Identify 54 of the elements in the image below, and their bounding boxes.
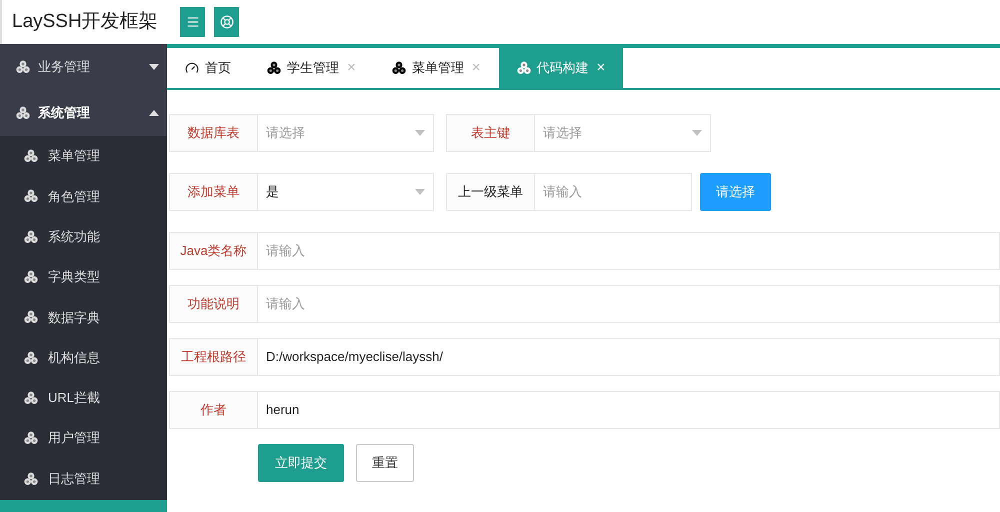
field-label: 工程根路径 (169, 338, 258, 376)
cluster-icon (24, 189, 38, 204)
tab[interactable]: 学生管理 × (249, 48, 374, 88)
field-label: 上一级菜单 (446, 173, 535, 211)
sidebar-group[interactable]: 业务管理 (0, 44, 167, 90)
cluster-icon (392, 61, 406, 75)
caret-up-icon (149, 110, 159, 116)
sidebar-item[interactable]: 系统功能 (0, 216, 167, 257)
input-field[interactable]: D:/workspace/myeclise/layssh/ (258, 338, 1000, 376)
cluster-icon (516, 61, 531, 75)
cluster-icon (24, 149, 38, 164)
cluster-icon (24, 270, 38, 284)
field-label: 作者 (169, 391, 258, 429)
cluster-icon (24, 310, 38, 324)
caret-down-icon (149, 64, 159, 70)
dropdown-arrow-icon (415, 189, 425, 195)
menu-icon (186, 15, 200, 29)
cluster-icon (16, 106, 30, 120)
cluster-icon (16, 60, 30, 74)
globe-button[interactable] (214, 7, 239, 37)
sidebar-item[interactable]: 用户管理 (0, 418, 167, 458)
cluster-icon (24, 390, 38, 405)
field-label: Java类名称 (169, 232, 258, 270)
sidebar-item[interactable]: 字典类型 (0, 256, 167, 298)
dropdown-arrow-icon (415, 130, 425, 136)
menu-button[interactable] (180, 7, 205, 37)
tab[interactable]: 首页 (167, 48, 249, 88)
sidebar-item[interactable]: 菜单管理 (0, 136, 167, 176)
select-field[interactable]: 是 (258, 173, 434, 211)
dropdown-arrow-icon (692, 130, 702, 136)
sidebar-item[interactable]: 数据字典 (0, 297, 167, 338)
sidebar-item[interactable]: 角色管理 (0, 176, 167, 217)
field-label: 功能说明 (169, 285, 258, 323)
input-field[interactable]: herun (258, 391, 1000, 429)
cluster-icon (24, 472, 38, 486)
field-label: 添加菜单 (169, 173, 258, 211)
input-field[interactable]: 请输入 (258, 285, 1000, 323)
sidebar-group[interactable]: 系统管理 (0, 90, 167, 136)
dashboard-icon (185, 61, 199, 75)
sidebar-item[interactable]: URL拦截 (0, 378, 167, 418)
tab[interactable]: 菜单管理 × (374, 48, 499, 88)
cluster-icon (24, 350, 38, 365)
field-label: 表主键 (446, 114, 535, 152)
app-logo: LaySSH开发框架 (12, 10, 159, 34)
cluster-icon (267, 61, 281, 75)
input-field[interactable]: 请输入 (535, 173, 692, 211)
cluster-icon (24, 431, 38, 446)
cluster-icon (24, 230, 38, 244)
input-field[interactable]: 请输入 (258, 232, 1000, 270)
reset-button[interactable]: 重置 (356, 444, 414, 482)
sidebar-item[interactable]: 日志管理 (0, 458, 167, 499)
lifebuoy-icon (220, 15, 234, 29)
sidebar-item[interactable]: 机构信息 (0, 337, 167, 378)
field-label: 数据库表 (169, 114, 258, 152)
